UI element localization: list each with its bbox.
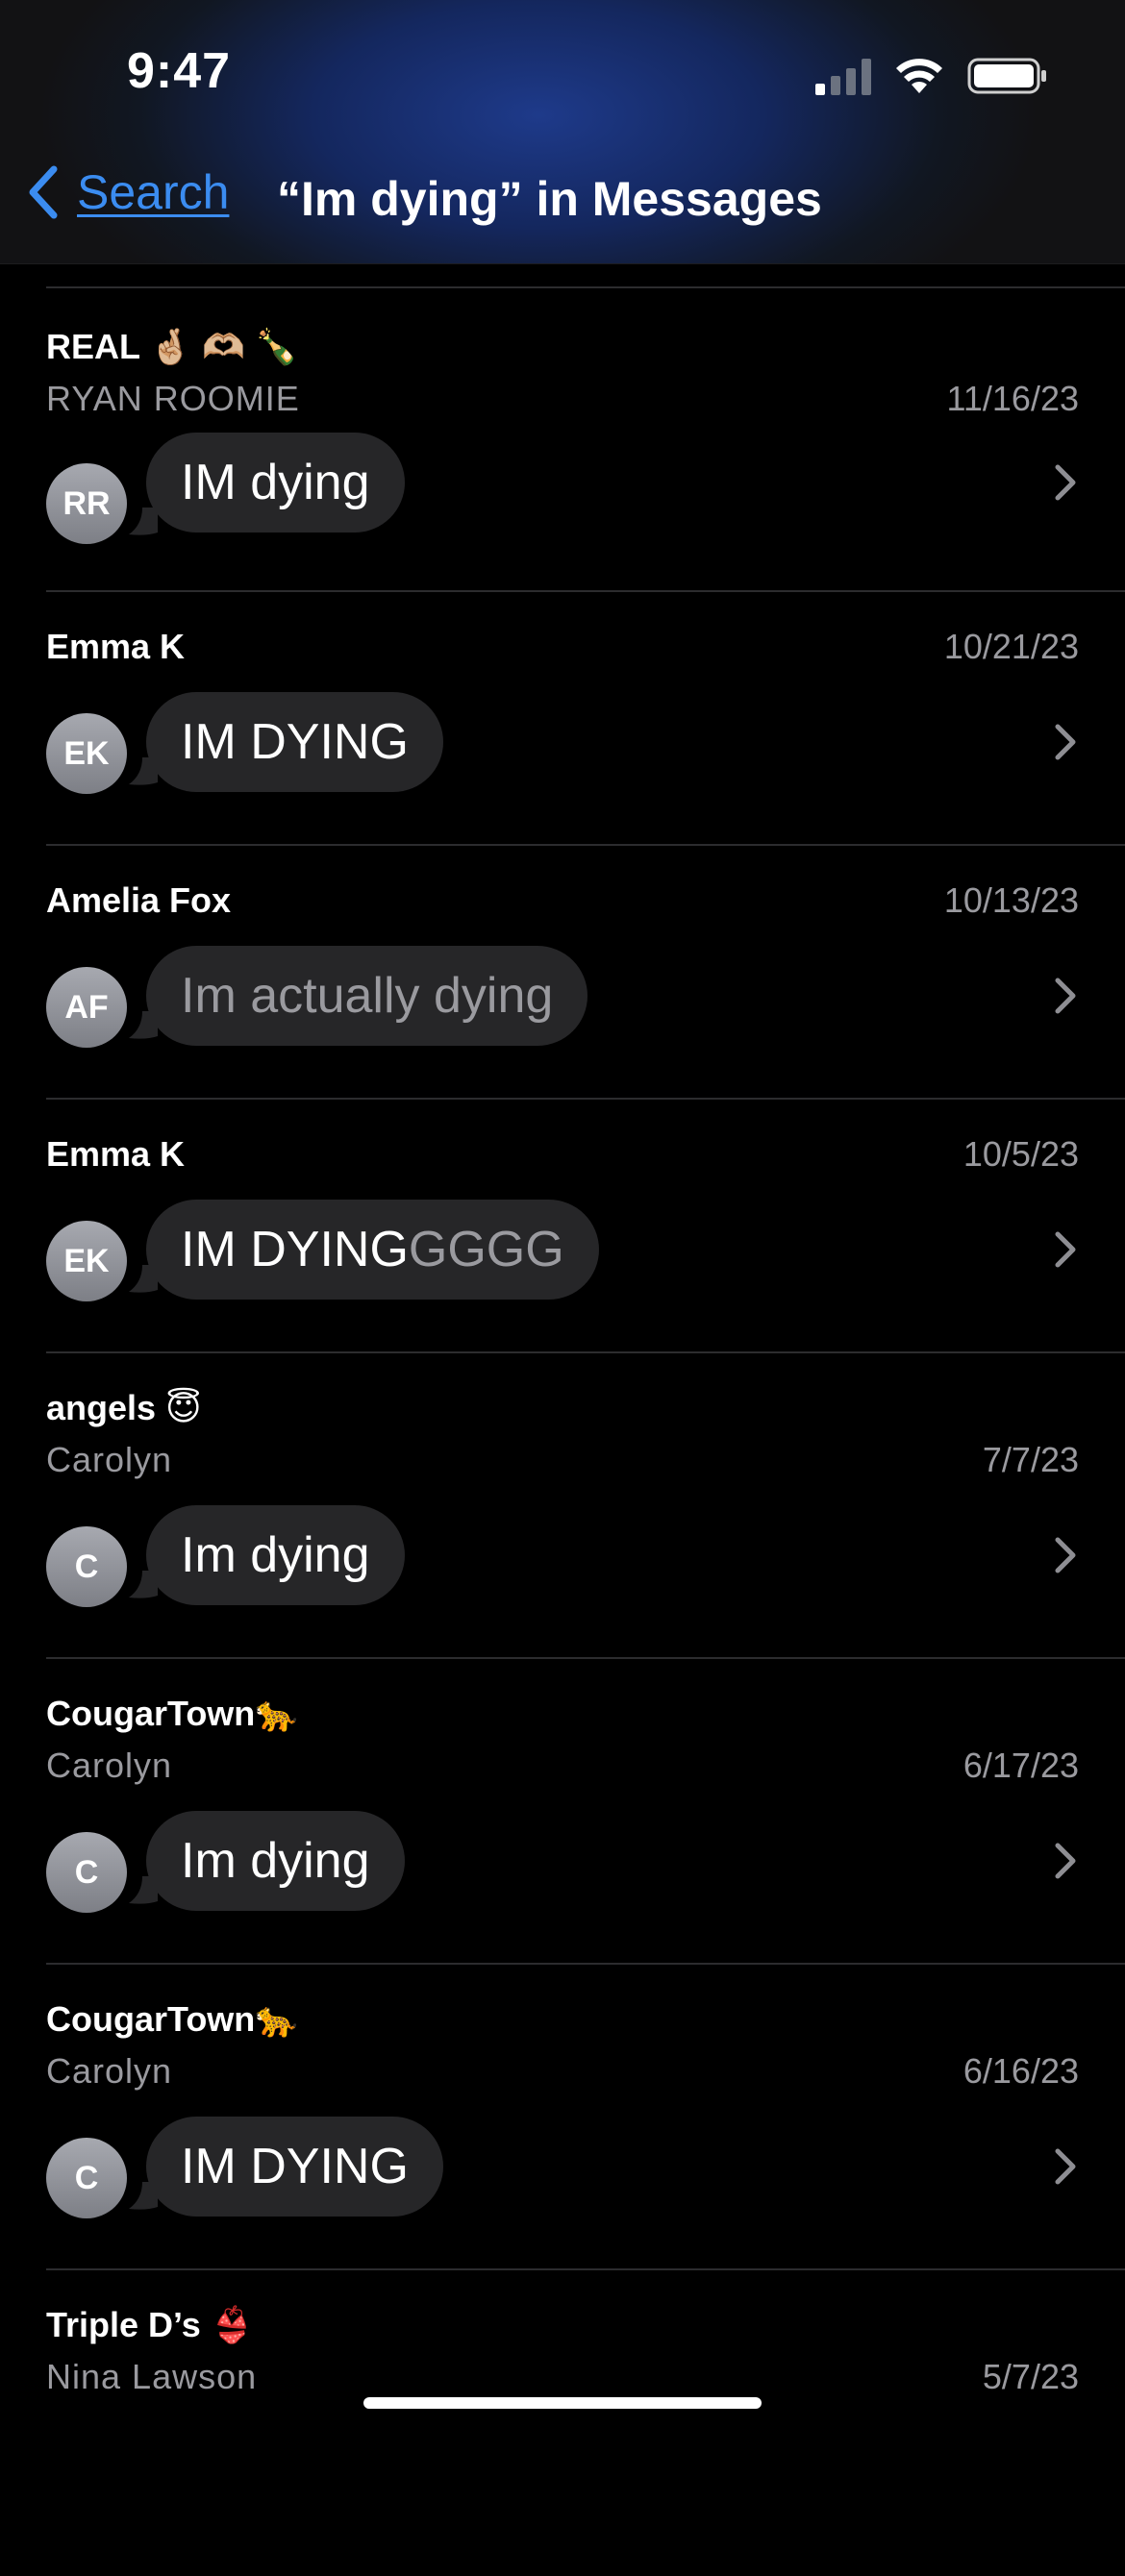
- message-text-dim: Im actually dying: [181, 968, 554, 1024]
- status-time: 9:47: [127, 43, 232, 99]
- conversation-name: Emma K: [46, 1134, 186, 1174]
- sender-name: Nina Lawson: [46, 2357, 258, 2396]
- avatar: C: [46, 1832, 127, 1913]
- message-text: IM DYING: [181, 1222, 409, 1277]
- result-row[interactable]: Emma K 10/5/23 EK IM DYING GGGG: [46, 1100, 1125, 1353]
- chevron-right-icon: [1055, 724, 1076, 760]
- sender-name: RYAN ROOMIE: [46, 379, 300, 418]
- back-button[interactable]: Search: [25, 163, 229, 221]
- page-title: “Im dying” in Messages: [277, 172, 822, 226]
- message-date: 10/13/23: [943, 880, 1079, 920]
- message-text: Im dying: [181, 1527, 370, 1583]
- result-row[interactable]: Triple D’s 👙 Nina Lawson 5/7/23: [46, 2270, 1125, 2576]
- message-date: 5/7/23: [982, 2357, 1079, 2396]
- avatar: EK: [46, 1221, 127, 1301]
- conversation-name: CougarTown🐆: [46, 1999, 299, 2039]
- chevron-right-icon: [1055, 464, 1076, 501]
- message-bubble: IM DYING: [146, 692, 443, 792]
- result-row[interactable]: CougarTown🐆 Carolyn 6/17/23 C Im dying: [46, 1659, 1125, 1965]
- message-date: 6/17/23: [962, 1746, 1079, 1785]
- message-date: 10/21/23: [943, 627, 1079, 666]
- message-bubble: Im dying: [146, 1811, 405, 1911]
- chevron-left-icon: [29, 165, 58, 219]
- header: 9:47 Search “Im dying” in Messages: [0, 0, 1125, 264]
- result-row[interactable]: Amelia Fox 10/13/23 AF Im actually dying: [46, 846, 1125, 1100]
- chevron-right-icon: [1055, 1537, 1076, 1573]
- result-row[interactable]: CougarTown🐆 Carolyn 6/16/23 C IM DYING: [46, 1965, 1125, 2270]
- result-row[interactable]: angels 😇 Carolyn 7/7/23 C Im dying: [46, 1353, 1125, 1659]
- bubble-tail: [129, 508, 158, 535]
- conversation-name: Triple D’s 👙: [46, 2305, 254, 2344]
- conversation-name: CougarTown🐆: [46, 1694, 299, 1733]
- message-date: 10/5/23: [962, 1134, 1079, 1174]
- avatar: RR: [46, 463, 127, 544]
- search-results-list: REAL 🤞🏼 🫶🏼 🍾 RYAN ROOMIE 11/16/23 RR IM …: [0, 263, 1125, 2576]
- message-date: 6/16/23: [962, 2051, 1079, 2091]
- result-row[interactable]: Emma K 10/21/23 EK IM DYING: [46, 592, 1125, 846]
- message-date: 7/7/23: [982, 1440, 1079, 1479]
- message-text-dim: GGGG: [408, 1222, 564, 1277]
- conversation-name: angels 😇: [46, 1388, 202, 1427]
- chevron-right-icon: [1055, 978, 1076, 1014]
- message-bubble: Im actually dying: [146, 946, 588, 1046]
- chevron-right-icon: [1055, 1231, 1076, 1268]
- cellular-signal-icon: [815, 57, 871, 95]
- wifi-icon: [896, 59, 942, 93]
- result-row[interactable]: REAL 🤞🏼 🫶🏼 🍾 RYAN ROOMIE 11/16/23 RR IM …: [46, 286, 1125, 592]
- battery-icon: [967, 58, 1046, 94]
- status-icons: [815, 52, 1048, 100]
- conversation-name: Amelia Fox: [46, 880, 232, 920]
- chevron-right-icon: [1055, 1843, 1076, 1879]
- navigation-bar: Search “Im dying” in Messages: [0, 163, 1125, 231]
- avatar: EK: [46, 713, 127, 794]
- message-bubble: IM dying: [146, 433, 405, 533]
- chevron-right-icon: [1055, 2148, 1076, 2185]
- back-label: Search: [77, 165, 230, 219]
- message-date: 11/16/23: [946, 379, 1079, 418]
- avatar: AF: [46, 967, 127, 1048]
- message-text: IM DYING: [181, 714, 409, 770]
- message-bubble: Im dying: [146, 1505, 405, 1605]
- sender-name: Carolyn: [46, 1746, 173, 1785]
- message-text: Im dying: [181, 1833, 370, 1889]
- avatar: C: [46, 2138, 127, 2218]
- sender-name: Carolyn: [46, 1440, 173, 1479]
- message-bubble: IM DYING: [146, 2117, 443, 2217]
- conversation-name: Emma K: [46, 627, 186, 666]
- sender-name: Carolyn: [46, 2051, 173, 2091]
- home-indicator[interactable]: [363, 2397, 762, 2409]
- conversation-name: REAL 🤞🏼 🫶🏼 🍾: [46, 327, 298, 366]
- message-text: IM dying: [181, 455, 370, 510]
- message-bubble: IM DYING GGGG: [146, 1200, 599, 1300]
- message-text: IM DYING: [181, 2139, 409, 2194]
- avatar: C: [46, 1526, 127, 1607]
